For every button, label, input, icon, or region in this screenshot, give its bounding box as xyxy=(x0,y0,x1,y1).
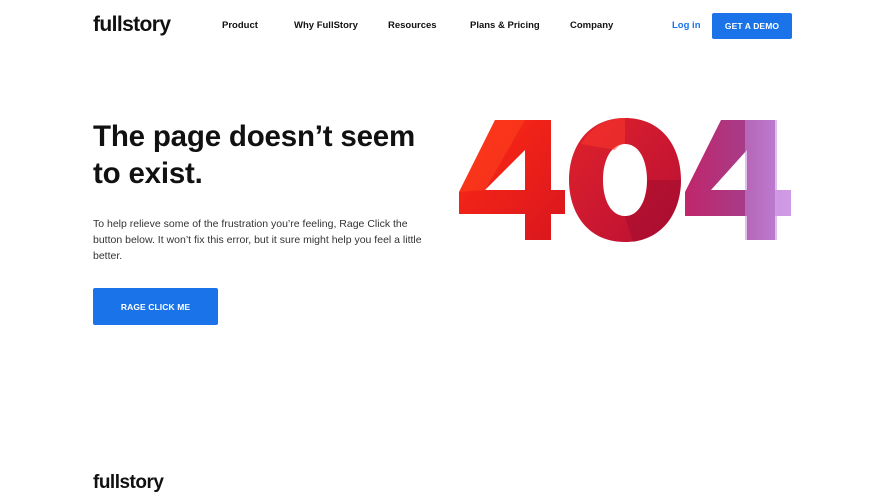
digit-zero xyxy=(569,118,681,242)
error-description: To help relieve some of the frustration … xyxy=(93,218,422,262)
digit-four-right xyxy=(685,120,791,240)
page-title: The page doesn’t seem to exist. xyxy=(93,118,443,192)
site-header: fullstory Product Why FullStory Resource… xyxy=(0,0,885,52)
nav-plans-pricing[interactable]: Plans & Pricing xyxy=(470,20,540,32)
error-404-graphic: 404 xyxy=(459,118,791,242)
page-title-line-1: The page doesn’t seem xyxy=(93,120,416,153)
nav-why-fullstory[interactable]: Why FullStory xyxy=(294,20,358,32)
footer-fullstory-logo[interactable]: fullstory xyxy=(93,471,164,495)
nav-resources[interactable]: Resources xyxy=(388,20,437,32)
rage-click-button[interactable]: RAGE CLICK ME xyxy=(93,288,218,325)
digit-four-left xyxy=(459,120,565,240)
login-link[interactable]: Log in xyxy=(672,20,701,32)
fullstory-logo[interactable]: fullstory xyxy=(93,12,171,38)
get-a-demo-button[interactable]: GET A DEMO xyxy=(712,13,792,39)
page: fullstory Product Why FullStory Resource… xyxy=(0,0,885,502)
nav-product[interactable]: Product xyxy=(222,20,258,32)
page-title-line-2: to exist. xyxy=(93,157,203,190)
nav-company[interactable]: Company xyxy=(570,20,613,32)
